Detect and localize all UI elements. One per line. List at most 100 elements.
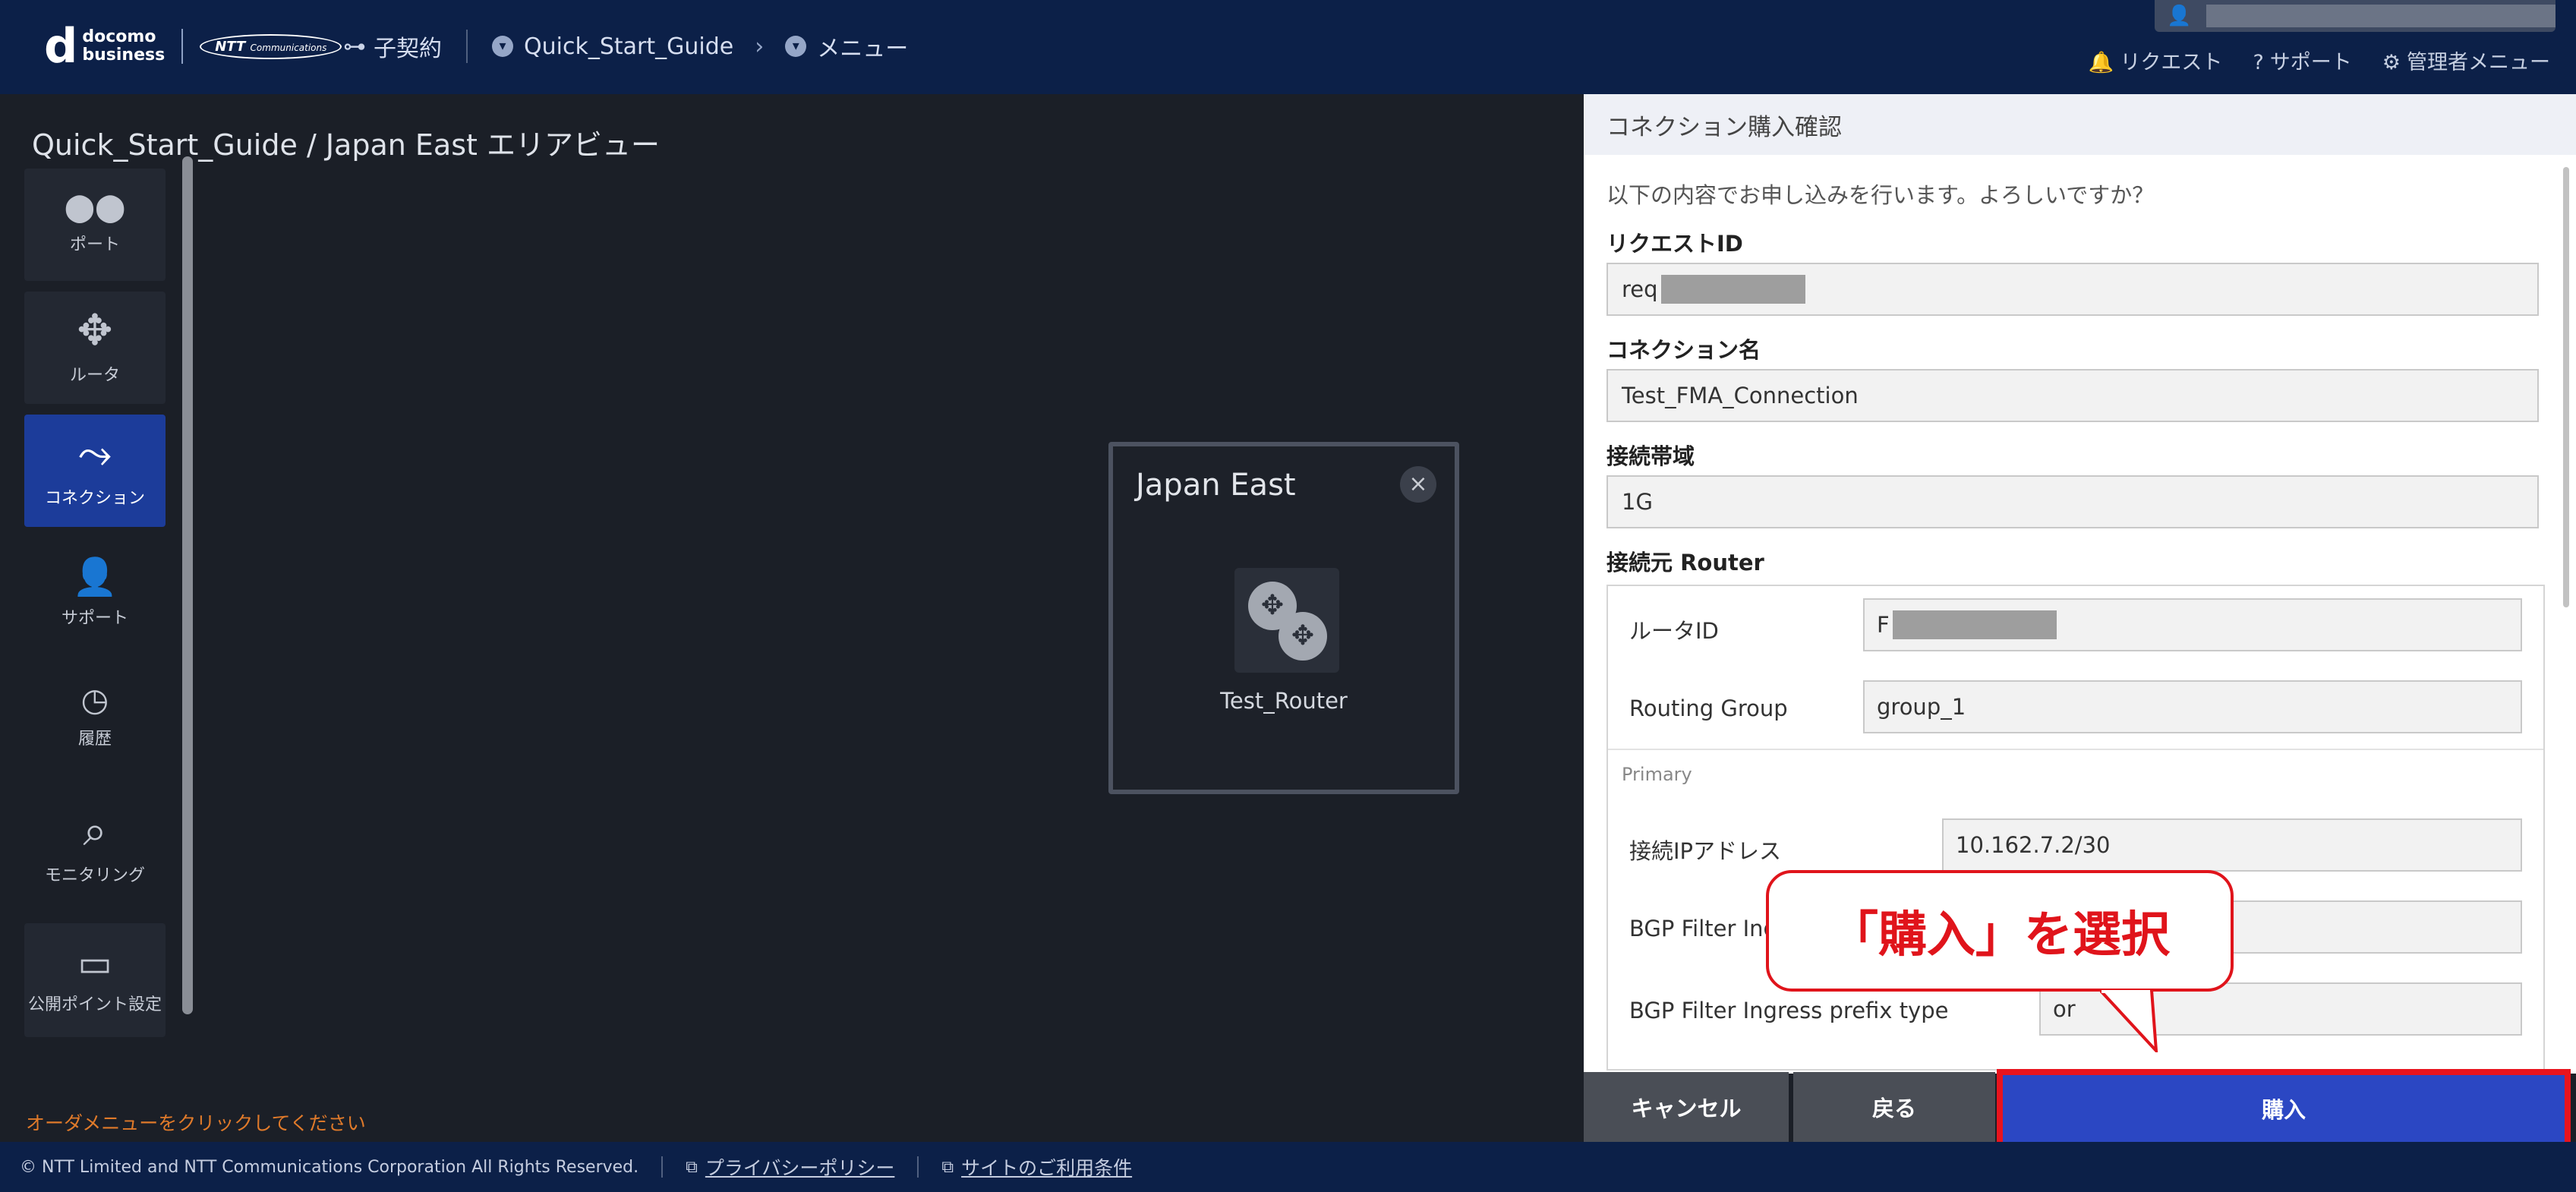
bgp-filter-ingress-label: BGP Filter Ing: [1629, 916, 1777, 941]
breadcrumb-divider: [466, 30, 468, 63]
router-id-field: F: [1863, 598, 2522, 651]
sidebar-item-public-point[interactable]: ▭ 公開ポイント設定: [24, 923, 166, 1037]
section-divider: [1608, 749, 2543, 750]
back-button[interactable]: 戻る: [1793, 1072, 1995, 1142]
tree-icon: ⊶: [343, 33, 366, 60]
ntt-logo: NTT Communications: [200, 33, 342, 59]
nav-request[interactable]: 🔔 リクエスト: [2089, 46, 2223, 75]
chevron-down-icon[interactable]: ▾: [492, 36, 513, 57]
bandwidth-field: 1G: [1606, 475, 2539, 528]
connection-icon: ⤳: [77, 429, 112, 478]
sidebar-item-label: コネクション: [44, 489, 145, 508]
logo-line2: business: [82, 46, 166, 65]
ip-address-field: 10.162.7.2/30: [1942, 818, 2522, 872]
source-router-label: 接続元 Router: [1606, 550, 1764, 576]
sidebar-item-label: モニタリング: [44, 866, 145, 885]
panel-title: コネクション購入確認: [1584, 94, 2576, 155]
top-nav: 🔔 リクエスト ? サポート ⚙ 管理者メニュー: [2089, 46, 2550, 75]
masked-value: [1892, 610, 2057, 639]
brand-logo[interactable]: d docomo business NTT Communications: [44, 23, 342, 70]
bgp-filter-ingress-type-value: or: [2053, 996, 2076, 1022]
region-japan-east[interactable]: Japan East × ✥ ✥ Test_Router: [1108, 442, 1459, 794]
page-footer: © NTT Limited and NTT Communications Cor…: [0, 1142, 2576, 1192]
router-icon: ✥: [1279, 612, 1327, 661]
order-hint-text: オーダメニューをクリックしてください: [26, 1112, 366, 1134]
request-id-label: リクエストID: [1606, 231, 1743, 257]
callout-tail-shape: [2100, 990, 2158, 1052]
public-point-icon: ▭: [77, 942, 112, 985]
close-icon[interactable]: ×: [1400, 466, 1436, 503]
monitoring-icon: ⌕: [83, 806, 107, 856]
logo-mark: d: [44, 18, 78, 74]
sidebar-item-router[interactable]: ✥ ルータ: [24, 292, 166, 404]
footer-divider: [661, 1156, 664, 1178]
top-header: d docomo business NTT Communications ⊶ 子…: [0, 0, 2576, 94]
nav-support[interactable]: ? サポート: [2253, 46, 2351, 75]
ip-address-label: 接続IPアドレス: [1629, 838, 1782, 864]
routing-group-field: group_1: [1863, 680, 2522, 733]
router-node-label: Test_Router: [1220, 688, 1348, 714]
chevron-right-icon: ›: [755, 33, 765, 60]
ntt-logo-sub: Communications: [250, 42, 327, 53]
sidebar-item-history[interactable]: ◷ 履歴: [24, 661, 166, 773]
router-node[interactable]: ✥ ✥: [1234, 568, 1339, 673]
footer-divider: [917, 1156, 919, 1178]
privacy-policy-link[interactable]: プライバシーポリシー: [705, 1153, 895, 1181]
order-sidebar: ⬤⬤ ポート ✥ ルータ ⤳ コネクション 👤 サポート ◷ 履歴 ⌕ モニタリ…: [24, 169, 167, 1048]
nav-admin-menu[interactable]: ⚙ 管理者メニュー: [2382, 46, 2550, 75]
external-link-icon: ⧉: [941, 1157, 954, 1177]
bgp-filter-ingress-type-label: BGP Filter Ingress prefix type: [1629, 998, 1949, 1023]
logo-line1: docomo: [82, 27, 156, 46]
port-icon: ⬤⬤: [64, 192, 126, 223]
gear-icon: ⚙: [2382, 51, 2401, 74]
ip-address-value: 10.162.7.2/30: [1956, 832, 2111, 858]
masked-username: [2206, 5, 2556, 27]
nav-support-label: サポート: [2269, 51, 2352, 74]
source-router-group: ルータID F Routing Group group_1 Primary 接続…: [1606, 585, 2545, 1071]
panel-scrollbar[interactable]: [2563, 167, 2569, 607]
nav-admin-label: 管理者メニュー: [2407, 51, 2550, 74]
user-account-box[interactable]: 👤: [2155, 0, 2556, 32]
help-icon: ?: [2253, 51, 2264, 74]
masked-value: [1660, 275, 1805, 304]
sidebar-item-port[interactable]: ⬤⬤ ポート: [24, 169, 166, 281]
chevron-down-icon[interactable]: ▾: [785, 36, 807, 57]
breadcrumb-contract[interactable]: 子契約: [374, 30, 442, 63]
support-user-icon: 👤: [72, 556, 118, 598]
sidebar-item-monitoring[interactable]: ⌕ モニタリング: [24, 784, 166, 913]
breadcrumb: ⊶ 子契約 ▾ Quick_Start_Guide › ▾ メニュー: [343, 27, 908, 65]
sidebar-item-support[interactable]: 👤 サポート: [24, 538, 166, 650]
sidebar-scrollbar[interactable]: [182, 156, 193, 1014]
user-icon: 👤: [2167, 5, 2192, 27]
connection-name-value: Test_FMA_Connection: [1622, 383, 1859, 408]
confirmation-message: 以下の内容でお申し込みを行います。よろしいですか？: [1606, 182, 2155, 208]
page-title: Quick_Start_Guide / Japan East エリアビュー: [32, 128, 660, 162]
request-id-field: req: [1606, 263, 2539, 316]
request-id-value: req: [1622, 276, 1658, 302]
logo-divider: [181, 29, 184, 64]
breadcrumb-menu[interactable]: メニュー: [817, 30, 908, 63]
buy-button[interactable]: 購入: [1997, 1069, 2571, 1148]
ntt-logo-text: NTT: [215, 38, 246, 55]
sidebar-item-label: 履歴: [77, 730, 112, 749]
copyright-text: © NTT Limited and NTT Communications Cor…: [20, 1157, 639, 1177]
bandwidth-label: 接続帯域: [1606, 443, 1695, 469]
bandwidth-value: 1G: [1622, 489, 1653, 515]
sidebar-item-connection[interactable]: ⤳ コネクション: [24, 415, 166, 527]
cancel-button[interactable]: キャンセル: [1584, 1072, 1789, 1142]
nav-request-label: リクエスト: [2120, 51, 2223, 74]
logo-text: docomo business: [82, 28, 165, 65]
instruction-callout: 「購入」を選択: [1766, 870, 2234, 992]
router-id-label: ルータID: [1629, 618, 1719, 644]
connection-name-label: コネクション名: [1606, 337, 1761, 363]
routing-group-label: Routing Group: [1629, 695, 1788, 721]
region-title: Japan East: [1136, 468, 1296, 503]
external-link-icon: ⧉: [686, 1157, 698, 1177]
router-icon: ✥: [77, 306, 113, 355]
router-id-value: F: [1877, 612, 1890, 638]
routing-group-value: group_1: [1877, 694, 1966, 720]
history-icon: ◷: [80, 681, 109, 718]
breadcrumb-tenant[interactable]: Quick_Start_Guide: [524, 33, 733, 60]
connection-name-field: Test_FMA_Connection: [1606, 369, 2539, 422]
terms-link[interactable]: サイトのご利用条件: [961, 1153, 1132, 1181]
